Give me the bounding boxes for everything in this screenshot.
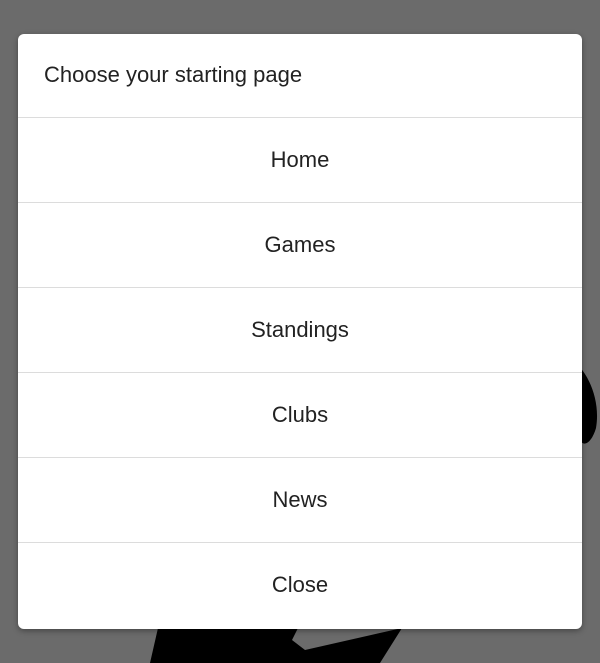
option-standings[interactable]: Standings xyxy=(18,288,582,373)
dialog-title: Choose your starting page xyxy=(18,34,582,118)
starting-page-dialog: Choose your starting page Home Games Sta… xyxy=(18,34,582,629)
close-button[interactable]: Close xyxy=(18,543,582,628)
option-news[interactable]: News xyxy=(18,458,582,543)
option-clubs[interactable]: Clubs xyxy=(18,373,582,458)
option-home[interactable]: Home xyxy=(18,118,582,203)
option-games[interactable]: Games xyxy=(18,203,582,288)
